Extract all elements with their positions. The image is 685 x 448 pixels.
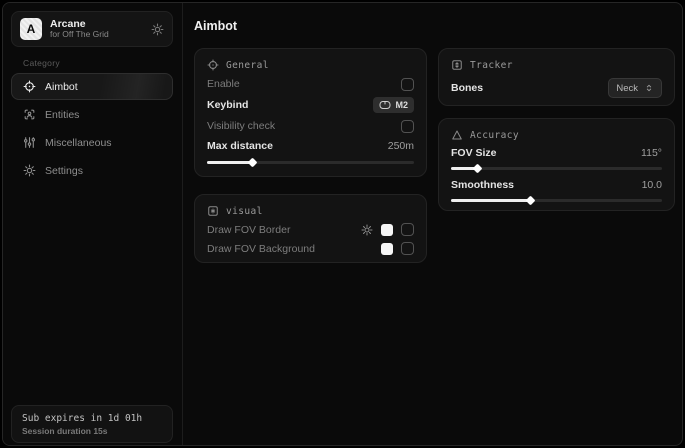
slider-thumb[interactable] (473, 164, 483, 174)
fov-border-checkbox[interactable] (401, 223, 414, 236)
chevrons-up-down-icon (644, 83, 654, 93)
enable-checkbox[interactable] (401, 78, 414, 91)
smoothness-slider[interactable] (451, 195, 662, 201)
tracker-card: Tracker Bones Neck (438, 48, 675, 106)
bones-selected-value: Neck (616, 83, 638, 94)
max-distance-label: Max distance (207, 140, 273, 152)
fov-background-color-swatch[interactable] (381, 243, 393, 255)
keybind-button[interactable]: M2 (373, 97, 414, 113)
fov-size-slider[interactable] (451, 163, 662, 169)
entities-scan-icon (23, 108, 36, 121)
crosshair-icon (23, 80, 36, 93)
sub-expires-text: Sub expires in 1d 01h (22, 413, 162, 424)
sidebar-item-label: Aimbot (45, 81, 78, 93)
fov-background-controls (381, 242, 414, 255)
app-window: A Arcane for Off The Grid Category (2, 2, 683, 446)
fov-background-row: Draw FOV Background (207, 242, 414, 255)
bones-row: Bones Neck (451, 79, 662, 97)
fov-background-checkbox[interactable] (401, 242, 414, 255)
slider-thumb[interactable] (526, 195, 536, 205)
sidebar-item-miscellaneous[interactable]: Miscellaneous (11, 129, 173, 156)
smoothness-value: 10.0 (642, 179, 662, 191)
smoothness-label: Smoothness (451, 179, 514, 191)
keybind-label: Keybind (207, 99, 248, 111)
accuracy-card-header: Accuracy (451, 129, 662, 141)
fov-border-color-swatch[interactable] (381, 224, 393, 236)
sidebar-item-label: Settings (45, 165, 83, 177)
visibility-check-label: Visibility check (207, 120, 275, 132)
enable-label: Enable (207, 78, 240, 90)
slider-fill (451, 199, 531, 202)
fov-border-label: Draw FOV Border (207, 224, 290, 236)
crosshair-icon (207, 59, 219, 71)
bones-label: Bones (451, 82, 483, 94)
max-distance-row: Max distance 250m (207, 139, 414, 153)
fov-border-controls (361, 223, 414, 236)
sidebar-item-entities[interactable]: Entities (11, 101, 173, 128)
fov-size-row: FOV Size 115° (451, 147, 662, 159)
enable-row: Enable (207, 77, 414, 91)
mouse-icon (379, 100, 391, 110)
app-logo: A (20, 18, 42, 40)
bones-select[interactable]: Neck (608, 78, 662, 98)
card-title: Accuracy (470, 130, 519, 141)
max-distance-value: 250m (388, 140, 414, 152)
card-title: General (226, 60, 269, 71)
visibility-check-checkbox[interactable] (401, 120, 414, 133)
logo-card[interactable]: A Arcane for Off The Grid (11, 11, 173, 47)
app-subtitle: for Off The Grid (50, 30, 143, 40)
fov-size-value: 115° (641, 147, 662, 159)
slider-track (451, 167, 662, 170)
page-title: Aimbot (194, 19, 237, 33)
smoothness-row: Smoothness 10.0 (451, 179, 662, 191)
card-title: visual (226, 206, 263, 217)
tracker-card-header: Tracker (451, 59, 662, 71)
angle-icon (451, 129, 463, 141)
max-distance-slider[interactable] (207, 157, 414, 166)
visual-card-header: visual (207, 205, 414, 217)
app-identity: Arcane for Off The Grid (50, 18, 143, 40)
gear-icon[interactable] (361, 224, 373, 236)
sidebar-item-label: Entities (45, 109, 79, 121)
slider-thumb[interactable] (247, 158, 257, 168)
visual-card: visual Draw FOV Border Draw FOV Back (194, 194, 427, 263)
general-card: General Enable Keybind M2 Visib (194, 48, 427, 177)
accuracy-card: Accuracy FOV Size 115° Smoothness 10.0 (438, 118, 675, 211)
sidebar-item-label: Miscellaneous (45, 137, 112, 149)
category-label: Category (23, 58, 60, 68)
sidebar-item-aimbot[interactable]: Aimbot (11, 73, 173, 100)
fov-background-label: Draw FOV Background (207, 243, 315, 255)
visual-icon (207, 205, 219, 217)
sliders-icon (23, 136, 36, 149)
main-content: Aimbot General Enable Keybind (183, 3, 682, 445)
sidebar: A Arcane for Off The Grid Category (3, 3, 183, 445)
slider-fill (451, 167, 478, 170)
gear-icon (23, 164, 36, 177)
subscription-card: Sub expires in 1d 01h Session duration 1… (11, 405, 173, 443)
card-title: Tracker (470, 60, 513, 71)
gear-icon[interactable] (151, 23, 164, 36)
sidebar-item-settings[interactable]: Settings (11, 157, 173, 184)
keybind-value: M2 (395, 100, 408, 110)
slider-fill (207, 161, 253, 164)
sidebar-nav: Aimbot Entities Miscella (11, 73, 173, 184)
general-card-header: General (207, 59, 414, 71)
session-duration-text: Session duration 15s (22, 426, 162, 436)
visibility-check-row: Visibility check (207, 119, 414, 133)
fov-size-label: FOV Size (451, 147, 497, 159)
keybind-row: Keybind M2 (207, 97, 414, 113)
fov-border-row: Draw FOV Border (207, 223, 414, 236)
tracker-icon (451, 59, 463, 71)
